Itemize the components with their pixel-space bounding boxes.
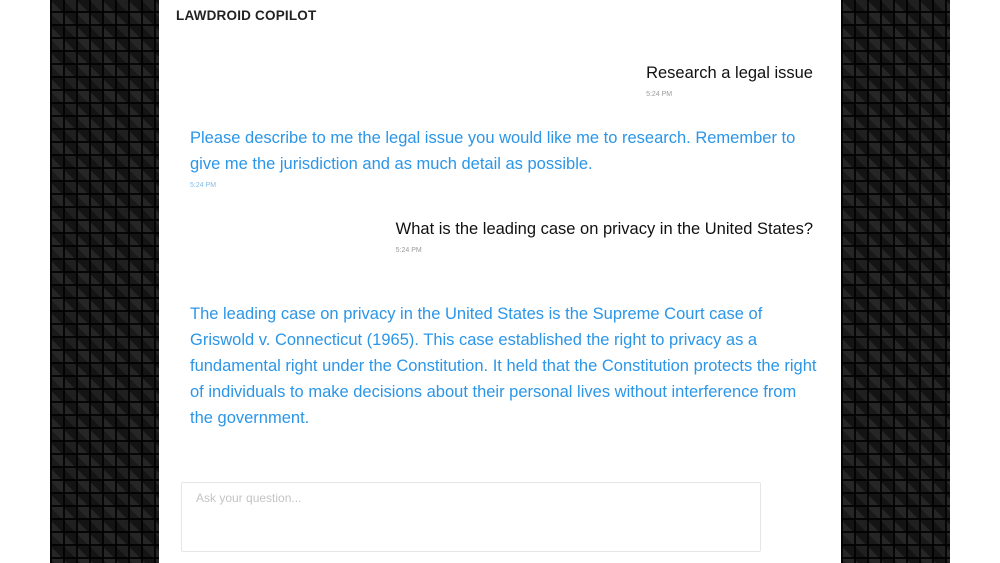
bot-message: The leading case on privacy in the Unite… [190, 301, 820, 431]
message-timestamp: 5:24 PM [190, 182, 217, 189]
chat-panel: LAWDROID COPILOT Research a legal issue … [159, 0, 841, 563]
user-message-text: What is the leading case on privacy in t… [395, 220, 813, 238]
app-title: LAWDROID COPILOT [176, 8, 317, 23]
message-timestamp: 5:24 PM [646, 91, 673, 98]
bot-message-text: Please describe to me the legal issue yo… [190, 129, 796, 173]
question-input[interactable] [182, 483, 760, 551]
question-input-box[interactable] [181, 482, 761, 552]
right-margin [950, 0, 1000, 563]
left-margin [0, 0, 50, 563]
user-message: What is the leading case on privacy in t… [396, 216, 813, 256]
right-pixel-background [841, 0, 950, 563]
user-message-text: Research a legal issue [646, 64, 813, 82]
user-message: Research a legal issue 5:24 PM [646, 60, 813, 100]
bot-message-text: The leading case on privacy in the Unite… [190, 305, 817, 427]
bot-message: Please describe to me the legal issue yo… [190, 125, 820, 191]
message-timestamp: 5:24 PM [395, 247, 422, 254]
left-pixel-background [50, 0, 159, 563]
